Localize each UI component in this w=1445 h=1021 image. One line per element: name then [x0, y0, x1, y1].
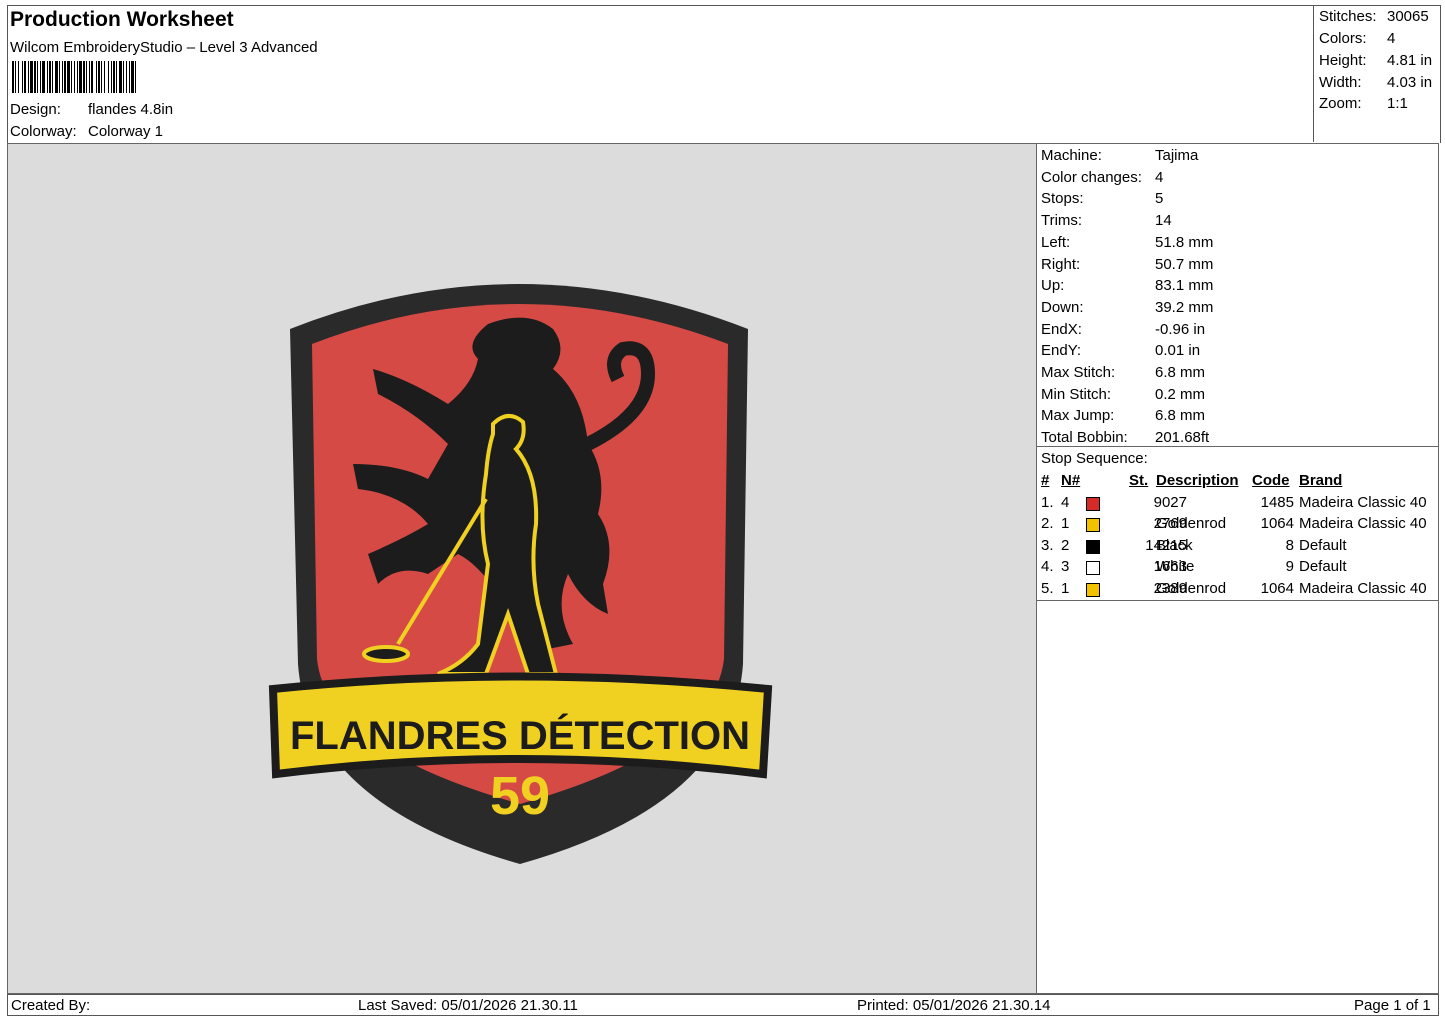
stitches-row: Stitches: 30065 [1319, 8, 1429, 25]
machine-info-value: 83.1 mm [1155, 277, 1214, 295]
last-saved: Last Saved: 05/01/2026 21.30.11 [358, 997, 578, 1014]
zoom-row: Zoom: 1:1 [1319, 95, 1408, 112]
color-swatch [1086, 561, 1100, 575]
colors-label: Colors: [1319, 30, 1367, 47]
machine-info-row: Stops: 5 [1041, 190, 1163, 207]
machine-info-label: Right: [1041, 255, 1081, 273]
page-number: Page 1 of 1 [1354, 997, 1431, 1014]
col-brand: Brand [1299, 472, 1343, 489]
machine-info-row: Up: 83.1 mm [1041, 277, 1213, 294]
col-code: Code [1252, 472, 1290, 489]
header-frame [7, 5, 1441, 143]
machine-info-row: Total Bobbin: 201.68ft [1041, 429, 1209, 446]
machine-info-row: Left: 51.8 mm [1041, 234, 1213, 251]
stop-sequence-title: Stop Sequence: [1041, 450, 1148, 467]
machine-info-row: EndY: 0.01 in [1041, 342, 1200, 359]
stop-brand: Madeira Classic 40 [1299, 515, 1427, 532]
machine-info-label: Color changes: [1041, 168, 1142, 186]
stop-code: 9 [1285, 558, 1294, 575]
zoom-value: 1:1 [1387, 95, 1408, 112]
stitches-label: Stitches: [1319, 8, 1377, 25]
machine-info-row: Color changes: 4 [1041, 169, 1163, 186]
printed-date: Printed: 05/01/2026 21.30.14 [857, 997, 1051, 1014]
height-row: Height: 4.81 in [1319, 52, 1432, 69]
col-description: Description [1156, 472, 1239, 489]
machine-info-value: 4 [1155, 168, 1164, 186]
machine-info-label: Stops: [1041, 190, 1084, 208]
height-value: 4.81 in [1387, 52, 1433, 69]
machine-info-value: 39.2 mm [1155, 298, 1214, 316]
col-num: # [1041, 472, 1050, 489]
machine-info-value: 50.7 mm [1155, 255, 1214, 273]
stop-code: 1064 [1260, 579, 1294, 597]
design-preview: FLANDRES DÉTECTION 59 [7, 143, 1037, 994]
divider [1037, 600, 1439, 601]
machine-info-value: 0.2 mm [1155, 385, 1206, 403]
stop-code: 1064 [1260, 515, 1294, 532]
machine-info-row: Max Jump: 6.8 mm [1041, 407, 1205, 424]
embroidery-patch: FLANDRES DÉTECTION 59 [268, 284, 773, 864]
machine-info-value: -0.96 in [1155, 320, 1206, 338]
machine-info-value: 6.8 mm [1155, 364, 1206, 381]
stop-brand: Default [1299, 536, 1347, 554]
machine-info-label: Down: [1041, 298, 1084, 316]
col-n: N# [1061, 472, 1081, 489]
machine-info-value: 0.01 in [1155, 342, 1201, 360]
color-swatch [1086, 582, 1100, 597]
machine-info-label: Max Jump: [1041, 407, 1115, 425]
stop-brand: Madeira Classic 40 [1299, 493, 1427, 511]
divider [1037, 446, 1439, 447]
machine-info-row: Trims: 14 [1041, 212, 1172, 229]
machine-info-value: Tajima [1155, 147, 1199, 164]
zoom-label: Zoom: [1319, 95, 1362, 112]
stitches-value: 30065 [1387, 8, 1429, 25]
stats-box: Stitches: 30065 Colors: 4 Height: 4.81 in W… [1313, 5, 1442, 142]
info-panel: Machine: Tajima Color changes: 4 Stops: 5 Trim… [1037, 143, 1439, 994]
col-st: St. [1129, 472, 1149, 489]
stop-code: 1485 [1260, 493, 1294, 511]
created-by: Created By: [11, 997, 91, 1014]
machine-info-value: 201.68ft [1155, 429, 1210, 447]
stop-brand: Default [1299, 558, 1347, 575]
machine-info-row: EndX: -0.96 in [1041, 321, 1205, 338]
height-label: Height: [1319, 52, 1367, 69]
machine-info-label: Trims: [1041, 212, 1083, 230]
width-row: Width: 4.03 in [1319, 74, 1432, 91]
machine-info-label: Up: [1041, 277, 1065, 295]
width-label: Width: [1319, 74, 1362, 91]
banner-text: FLANDRES DÉTECTION [290, 713, 750, 758]
machine-info-label: Min Stitch: [1041, 385, 1112, 403]
machine-info-label: Left: [1041, 233, 1071, 251]
machine-info-value: 5 [1155, 190, 1164, 208]
footer: Created By: Last Saved: 05/01/2026 21.30… [7, 994, 1439, 1016]
stop-brand: Madeira Classic 40 [1299, 579, 1427, 597]
color-swatch [1086, 496, 1100, 511]
machine-info-value: 6.8 mm [1155, 407, 1206, 425]
color-swatch [1086, 518, 1100, 532]
machine-info-label: Total Bobbin: [1041, 429, 1128, 447]
machine-info-row: Min Stitch: 0.2 mm [1041, 386, 1205, 403]
machine-info-label: EndX: [1041, 320, 1082, 338]
colors-row: Colors: 4 [1319, 30, 1395, 47]
machine-info-value: 14 [1155, 212, 1172, 230]
machine-info-row: Max Stitch: 6.8 mm [1041, 364, 1205, 381]
stop-code: 8 [1285, 536, 1294, 554]
color-swatch [1086, 539, 1100, 554]
machine-info-label: EndY: [1041, 342, 1082, 360]
colors-value: 4 [1387, 30, 1396, 47]
machine-info-row: Machine: Tajima [1041, 147, 1198, 164]
patch-number: 59 [490, 766, 550, 826]
machine-info-row: Right: 50.7 mm [1041, 256, 1213, 273]
machine-info-label: Max Stitch: [1041, 364, 1116, 381]
machine-info-label: Machine: [1041, 147, 1102, 164]
machine-info-value: 51.8 mm [1155, 233, 1214, 251]
machine-info-row: Down: 39.2 mm [1041, 299, 1213, 316]
width-value: 4.03 in [1387, 74, 1433, 91]
